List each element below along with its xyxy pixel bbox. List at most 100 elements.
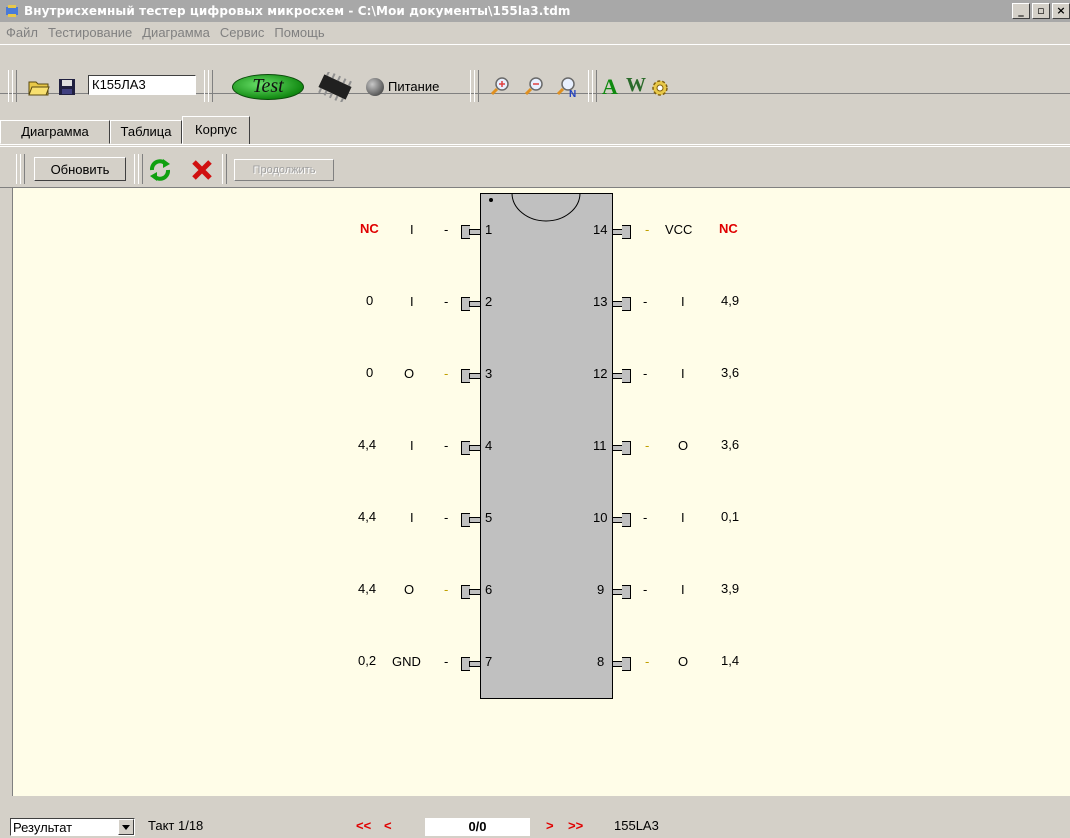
menu-diagram[interactable]: Диаграмма bbox=[142, 25, 210, 40]
pin-number: 2 bbox=[485, 294, 493, 309]
pin-dash: - bbox=[645, 222, 650, 237]
test-button[interactable]: Test bbox=[232, 74, 304, 100]
pin-lead-icon bbox=[469, 445, 480, 451]
pin-number: 14 bbox=[593, 222, 608, 237]
chip-name-label: 155LA3 bbox=[614, 818, 659, 833]
toolbar-separator bbox=[474, 70, 479, 102]
reload-icon[interactable] bbox=[148, 158, 172, 182]
pin-type-label: O bbox=[404, 366, 415, 381]
pin-type-label: I bbox=[681, 294, 685, 309]
tab-table[interactable]: Таблица bbox=[110, 120, 182, 144]
dropdown-arrow-icon[interactable] bbox=[118, 819, 134, 835]
zoom-normal-icon[interactable]: N bbox=[556, 76, 578, 98]
pin-lead-icon bbox=[622, 441, 631, 455]
power-label[interactable]: Питание bbox=[388, 79, 439, 94]
svg-text:N: N bbox=[569, 89, 576, 98]
pin-number: 5 bbox=[485, 510, 493, 525]
maximize-button[interactable]: ▫ bbox=[1032, 3, 1050, 19]
app-icon bbox=[6, 5, 18, 17]
toolbar-separator bbox=[208, 70, 213, 102]
pin-number: 1 bbox=[485, 222, 493, 237]
chip-icon[interactable] bbox=[314, 72, 356, 102]
pin-dash: - bbox=[444, 654, 449, 669]
pin-value: 0 bbox=[366, 365, 374, 380]
pin-number: 13 bbox=[593, 294, 608, 309]
close-button[interactable]: × bbox=[1052, 3, 1070, 19]
pin-value: 0 bbox=[366, 293, 374, 308]
result-mode-select[interactable]: Результат bbox=[10, 818, 135, 836]
pin-lead-icon bbox=[622, 369, 631, 383]
zoom-out-icon[interactable] bbox=[524, 76, 544, 96]
pin-number: 9 bbox=[597, 582, 605, 597]
save-disk-icon[interactable] bbox=[58, 78, 76, 96]
pin-lead-icon bbox=[469, 661, 480, 667]
pin-value: 4,4 bbox=[358, 509, 377, 524]
pin-dash: - bbox=[444, 438, 449, 453]
chip-type-input[interactable]: К155ЛА3 bbox=[88, 75, 196, 95]
pin-lead-icon bbox=[469, 301, 480, 307]
minimize-button[interactable]: _ bbox=[1012, 3, 1030, 19]
menu-file[interactable]: Файл bbox=[6, 25, 38, 40]
menu-bar: Файл Тестирование Диаграмма Сервис Помощ… bbox=[0, 22, 1070, 42]
pin-value: 3,6 bbox=[721, 365, 740, 380]
pin-type-label: O bbox=[404, 582, 415, 597]
pin-lead-icon bbox=[622, 513, 631, 527]
result-mode-value: Результат bbox=[13, 820, 73, 835]
pin-lead-icon bbox=[469, 373, 480, 379]
nav-last-button[interactable]: >> bbox=[568, 818, 583, 833]
pin-dash: - bbox=[643, 510, 648, 525]
toolbar-grip[interactable] bbox=[12, 70, 17, 102]
pin-number: 6 bbox=[485, 582, 493, 597]
tab-diagram[interactable]: Диаграмма bbox=[0, 120, 110, 144]
menu-help[interactable]: Помощь bbox=[274, 25, 324, 40]
settings-gear-icon[interactable] bbox=[650, 78, 670, 98]
pin-dash: - bbox=[645, 438, 650, 453]
pin-lead-icon bbox=[469, 229, 480, 235]
pin-value: NC bbox=[719, 221, 738, 236]
nav-first-button[interactable]: << bbox=[356, 818, 371, 833]
pin-type-label: VCC bbox=[665, 222, 693, 237]
font-w-icon[interactable]: W bbox=[626, 74, 646, 97]
pin-number: 7 bbox=[485, 654, 493, 669]
menu-service[interactable]: Сервис bbox=[220, 25, 265, 40]
pin-value: 3,9 bbox=[721, 581, 740, 596]
font-a-icon[interactable]: A bbox=[602, 74, 618, 100]
pin-value: 0,2 bbox=[358, 653, 377, 668]
pin-number: 10 bbox=[593, 510, 608, 525]
position-counter: 0/0 bbox=[425, 818, 530, 836]
pin-dash: - bbox=[444, 582, 449, 597]
pin-type-label: I bbox=[410, 222, 414, 237]
power-indicator-icon[interactable] bbox=[366, 78, 384, 96]
pin-type-label: I bbox=[410, 438, 414, 453]
pin-lead-icon bbox=[469, 517, 480, 523]
toolbar-grip[interactable] bbox=[20, 154, 25, 184]
pin-number: 11 bbox=[593, 438, 607, 453]
pin-value: 3,6 bbox=[721, 437, 740, 452]
pin-lead-icon bbox=[622, 585, 631, 599]
zoom-in-icon[interactable] bbox=[490, 76, 510, 96]
refresh-button[interactable]: Обновить bbox=[34, 157, 126, 181]
nav-prev-button[interactable]: < bbox=[384, 818, 392, 833]
pin-lead-icon bbox=[622, 297, 631, 311]
menu-testing[interactable]: Тестирование bbox=[48, 25, 132, 40]
pin-dash: - bbox=[645, 654, 650, 669]
pin-dash: - bbox=[444, 222, 449, 237]
continue-button[interactable]: Продолжить bbox=[234, 159, 334, 181]
tab-package[interactable]: Корпус bbox=[182, 116, 250, 144]
pin-value: 0,1 bbox=[721, 509, 740, 524]
pin-value: 4,9 bbox=[721, 293, 740, 308]
pin-dash: - bbox=[444, 294, 449, 309]
pin-type-label: I bbox=[410, 510, 414, 525]
stop-x-icon[interactable] bbox=[190, 158, 214, 182]
pin-number: 8 bbox=[597, 654, 605, 669]
pin-type-label: I bbox=[681, 510, 685, 525]
pin-value: 4,4 bbox=[358, 581, 377, 596]
nav-next-button[interactable]: > bbox=[546, 818, 554, 833]
title-bar: Внутрисхемный тестер цифровых микросхем … bbox=[0, 0, 1070, 22]
pin-number: 3 bbox=[485, 366, 493, 381]
pin-type-label: GND bbox=[392, 654, 421, 669]
pin-dash: - bbox=[643, 366, 648, 381]
pin-value: NC bbox=[360, 221, 379, 236]
open-folder-icon[interactable] bbox=[28, 78, 50, 96]
pin-number: 4 bbox=[485, 438, 493, 453]
